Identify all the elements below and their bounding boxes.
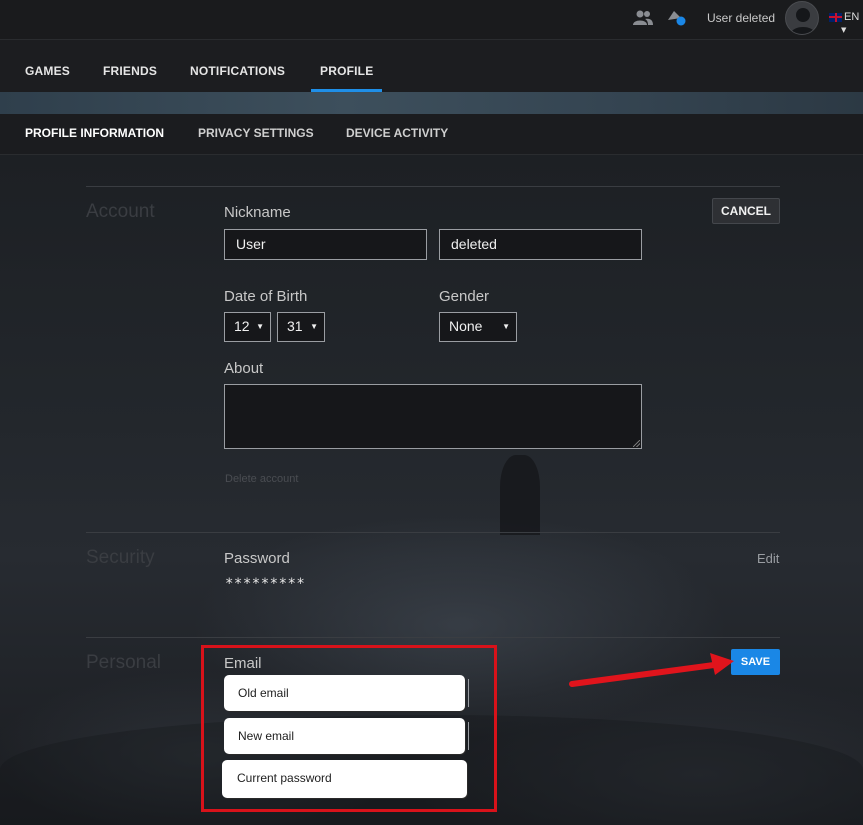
tab-friends[interactable]: FRIENDS xyxy=(103,64,157,78)
delete-account-link[interactable]: Delete account xyxy=(225,473,298,485)
new-email-input[interactable]: New email xyxy=(224,718,469,754)
user-silhouette-icon xyxy=(790,8,816,34)
tab-games[interactable]: GAMES xyxy=(25,64,70,78)
first-name-input[interactable]: User xyxy=(224,229,427,260)
section-title-account: Account xyxy=(86,201,155,222)
new-email-placeholder: New email xyxy=(238,729,295,743)
dob-month-value: 12 xyxy=(234,318,250,334)
tab-notifications[interactable]: NOTIFICATIONS xyxy=(190,64,285,78)
profile-banner xyxy=(0,92,863,114)
section-divider xyxy=(86,637,780,638)
tab-profile-information[interactable]: PROFILE INFORMATION xyxy=(25,126,164,140)
save-button[interactable]: SAVE xyxy=(731,649,780,675)
old-email-placeholder: Old email xyxy=(238,686,289,700)
about-label: About xyxy=(224,360,264,377)
tab-profile[interactable]: PROFILE xyxy=(310,64,383,92)
top-bar: User deleted EN ▼ xyxy=(0,0,863,40)
section-title-personal: Personal xyxy=(86,652,161,673)
chevron-down-icon: ▼ xyxy=(256,322,264,331)
old-email-input[interactable]: Old email xyxy=(224,675,469,711)
tab-privacy-settings[interactable]: PRIVACY SETTINGS xyxy=(198,126,314,140)
edit-password-link[interactable]: Edit xyxy=(757,551,779,566)
tab-device-activity[interactable]: DEVICE ACTIVITY xyxy=(346,126,448,140)
current-password-input[interactable]: Current password xyxy=(222,760,467,798)
password-value: ********* xyxy=(225,576,306,592)
section-divider xyxy=(86,186,780,187)
section-divider xyxy=(86,532,780,533)
username[interactable]: User deleted xyxy=(707,11,775,25)
chevron-down-icon: ▼ xyxy=(310,322,318,331)
section-title-security: Security xyxy=(86,547,155,568)
cancel-button[interactable]: CANCEL xyxy=(712,198,780,224)
flag-uk-icon xyxy=(829,12,842,22)
chevron-down-icon: ▼ xyxy=(502,322,510,331)
notification-icon[interactable] xyxy=(665,7,687,27)
current-password-placeholder: Current password xyxy=(237,771,332,785)
arrow-annotation-icon xyxy=(569,653,734,687)
chevron-down-icon[interactable]: ▼ xyxy=(841,26,846,34)
nickname-label: Nickname xyxy=(224,204,291,221)
friends-icon[interactable] xyxy=(632,9,654,27)
last-name-input[interactable]: deleted xyxy=(439,229,642,260)
dob-label: Date of Birth xyxy=(224,288,308,305)
password-label: Password xyxy=(224,550,290,567)
dob-day-value: 31 xyxy=(287,318,303,334)
about-textarea[interactable] xyxy=(224,384,642,449)
avatar[interactable] xyxy=(785,1,819,35)
gender-value: None xyxy=(449,318,483,334)
dob-day-select[interactable]: 31 ▼ xyxy=(277,312,325,342)
main-nav: GAMES FRIENDS NOTIFICATIONS PROFILE xyxy=(0,40,863,92)
gender-label: Gender xyxy=(439,288,490,305)
dob-month-select[interactable]: 12 ▼ xyxy=(224,312,271,342)
language-selector[interactable]: EN xyxy=(829,11,859,23)
language-code: EN xyxy=(844,11,860,23)
sub-nav: PROFILE INFORMATION PRIVACY SETTINGS DEV… xyxy=(0,114,863,155)
resize-handle-icon[interactable] xyxy=(633,440,640,447)
gender-select[interactable]: None ▼ xyxy=(439,312,517,342)
